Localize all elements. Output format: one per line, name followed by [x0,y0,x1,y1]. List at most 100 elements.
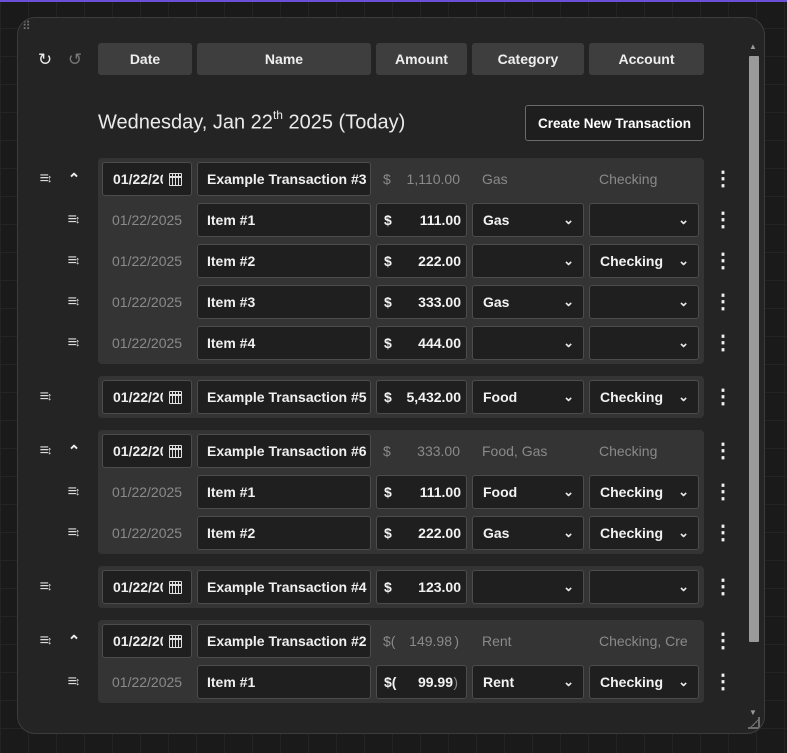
column-header-account[interactable]: Account [589,43,704,75]
scrollbar-thumb[interactable] [749,56,759,642]
reorder-icon[interactable]: ≡ ↕ [64,665,84,699]
more-options-icon[interactable]: ⋮ [713,380,733,414]
date-input[interactable]: 01/22/2025 [102,624,192,658]
currency-symbol: $ [383,443,391,459]
calendar-icon[interactable] [169,581,182,594]
drag-grip-icon[interactable]: ⠿ [22,20,31,32]
account-select[interactable]: ⌄ [589,570,699,604]
account-select[interactable]: Checking ⌄ [589,516,699,550]
category-select[interactable]: Gas ⌄ [472,285,584,319]
create-new-transaction-button[interactable]: Create New Transaction [525,105,704,141]
category-select[interactable]: ⌄ [472,326,584,360]
date-value: 01/22/2025 [102,244,192,278]
name-input[interactable]: Item #1 [197,475,371,509]
reorder-icon[interactable]: ≡ ↕ [64,475,84,509]
date-value: 01/22/2025 [102,475,192,509]
date-input[interactable]: 01/22/2025 [102,162,192,196]
collapse-chevron-icon[interactable]: ⌃ [64,434,84,468]
amount-input[interactable]: $222.00 [376,516,467,550]
date-input[interactable]: 01/22/2025 [102,434,192,468]
amount-input[interactable]: $(99.99) [376,665,467,699]
sort-arrows-icon: ↕ [74,337,81,349]
category-select[interactable]: Food ⌄ [472,380,584,414]
account-select[interactable]: Checking ⌄ [589,665,699,699]
calendar-icon[interactable] [169,391,182,404]
date-input[interactable]: 01/22/2025 [102,570,192,604]
name-value: Example Transaction #6 [207,443,367,459]
name-input[interactable]: Item #2 [197,244,371,278]
collapse-chevron-icon[interactable]: ⌃ [64,162,84,196]
reorder-icon[interactable]: ≡ ↕ [64,516,84,550]
amount-input[interactable]: $123.00 [376,570,467,604]
name-input[interactable]: Item #2 [197,516,371,550]
account-select[interactable]: Checking ⌄ [589,380,699,414]
account-select[interactable]: ⌄ [589,285,699,319]
reorder-icon[interactable]: ≡ ↕ [36,380,56,414]
column-header-category[interactable]: Category [472,43,584,75]
amount-input[interactable]: $111.00 [376,475,467,509]
name-input[interactable]: Example Transaction #3 [197,162,371,196]
reorder-icon[interactable]: ≡ ↕ [64,244,84,278]
resize-handle-icon[interactable] [748,717,760,729]
today-heading-date: Wednesday, Jan 22 [98,111,273,134]
more-options-icon[interactable]: ⋮ [713,326,733,360]
amount-input[interactable]: $444.00 [376,326,467,360]
name-input[interactable]: Example Transaction #4 [197,570,371,604]
undo-icon[interactable]: ↺ [66,50,84,70]
amount-input[interactable]: $222.00 [376,244,467,278]
account-select[interactable]: Checking ⌄ [589,244,699,278]
name-input[interactable]: Example Transaction #6 [197,434,371,468]
redo-icon[interactable]: ↻ [36,50,54,70]
more-options-icon[interactable]: ⋮ [713,475,733,509]
more-options-icon[interactable]: ⋮ [713,244,733,278]
category-select[interactable]: Gas ⌄ [472,516,584,550]
amount-input[interactable]: $111.00 [376,203,467,237]
reorder-icon[interactable]: ≡ ↕ [64,285,84,319]
vertical-scrollbar[interactable]: ▲ ▼ [745,42,761,718]
category-select[interactable]: Food ⌄ [472,475,584,509]
more-options-icon[interactable]: ⋮ [713,285,733,319]
category-select[interactable]: Gas ⌄ [472,203,584,237]
more-options-icon[interactable]: ⋮ [713,570,733,604]
account-value: Checking [600,389,664,405]
date-input[interactable]: 01/22/2025 [102,380,192,414]
reorder-icon[interactable]: ≡ ↕ [64,326,84,360]
name-input[interactable]: Item #1 [197,203,371,237]
name-input[interactable]: Item #1 [197,665,371,699]
amount-input[interactable]: $5,432.00 [376,380,467,414]
more-options-icon[interactable]: ⋮ [713,162,733,196]
more-options-icon[interactable]: ⋮ [713,516,733,550]
reorder-icon[interactable]: ≡ ↕ [36,162,56,196]
category-select[interactable]: ⌄ [472,244,584,278]
chevron-down-icon: ⌄ [678,389,689,404]
currency-symbol: $ [384,579,392,595]
reorder-icon[interactable]: ≡ ↕ [36,624,56,658]
calendar-icon[interactable] [169,445,182,458]
amount-input[interactable]: $333.00 [376,285,467,319]
more-options-icon[interactable]: ⋮ [713,434,733,468]
account-select[interactable]: ⌄ [589,203,699,237]
column-header-amount[interactable]: Amount [376,43,467,75]
category-select[interactable]: Rent ⌄ [472,665,584,699]
account-select[interactable]: Checking ⌄ [589,475,699,509]
column-header-date[interactable]: Date [98,43,192,75]
calendar-icon[interactable] [169,173,182,186]
collapse-chevron-icon[interactable]: ⌃ [64,624,84,658]
name-input[interactable]: Item #3 [197,285,371,319]
name-input[interactable]: Example Transaction #2 [197,624,371,658]
more-options-icon[interactable]: ⋮ [713,203,733,237]
chevron-down-icon: ⌄ [563,335,574,350]
column-header-name[interactable]: Name [197,43,371,75]
more-options-icon[interactable]: ⋮ [713,624,733,658]
line-item-row: ≡ ↕ 01/22/2025 Item #1 $(99.99) Rent ⌄ Checking… [18,665,764,699]
name-input[interactable]: Item #4 [197,326,371,360]
reorder-icon[interactable]: ≡ ↕ [36,434,56,468]
scroll-up-arrow-icon[interactable]: ▲ [748,42,758,52]
reorder-icon[interactable]: ≡ ↕ [36,570,56,604]
calendar-icon[interactable] [169,635,182,648]
account-select[interactable]: ⌄ [589,326,699,360]
name-input[interactable]: Example Transaction #5 [197,380,371,414]
category-select[interactable]: ⌄ [472,570,584,604]
reorder-icon[interactable]: ≡ ↕ [64,203,84,237]
more-options-icon[interactable]: ⋮ [713,665,733,699]
